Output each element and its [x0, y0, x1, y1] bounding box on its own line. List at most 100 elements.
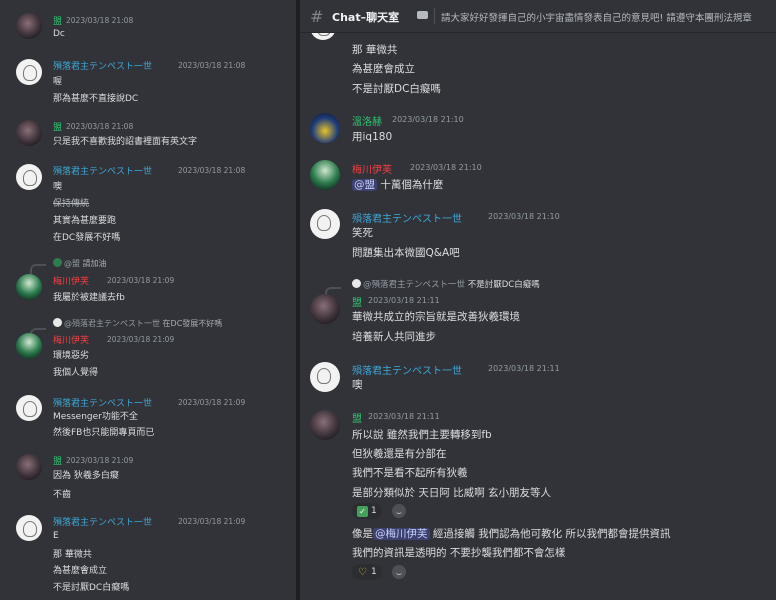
message-text: E	[53, 531, 59, 541]
avatar[interactable]	[16, 120, 42, 146]
timestamp: 2023/03/18 21:08	[66, 122, 134, 131]
reply-preview[interactable]: @盟 請加油	[53, 258, 107, 269]
message-text: 因為 狄羲多白癡	[53, 471, 119, 481]
timestamp: 2023/03/18 21:08	[178, 166, 246, 175]
user-mention[interactable]: @梅川伊芙	[373, 528, 430, 540]
message-text: 我們不是看不起所有狄羲	[352, 467, 468, 479]
reply-mention: @殞落君主テンペスト一世	[363, 280, 466, 290]
message-text: 那 華微共	[352, 44, 398, 56]
author-name[interactable]: 梅川伊芙	[352, 161, 392, 176]
message-text: 我們的資訊是透明的 不要抄襲我們都不會怎樣	[352, 547, 566, 559]
message-text-part: 像是	[352, 528, 373, 540]
chat-badge-icon	[417, 11, 428, 19]
avatar[interactable]	[310, 294, 340, 324]
add-reaction-icon[interactable]	[392, 565, 406, 579]
message-text-part: 經過接觸 我們認為他可教化 所以我們都會提供資訊	[429, 528, 671, 540]
message-text: 在DC發展不好嗎	[53, 233, 121, 243]
avatar[interactable]	[16, 333, 42, 359]
message-text: 那為甚麼不直接說DC	[53, 94, 139, 104]
timestamp: 2023/03/18 21:10	[392, 115, 464, 124]
reaction-count: 1	[371, 567, 377, 577]
message-text: 用iq180	[352, 131, 393, 143]
header-divider	[434, 8, 435, 24]
reply-preview[interactable]: @殞落君主テンペスト一世 在DC發展不好嗎	[53, 318, 222, 329]
author-name[interactable]: 盟	[352, 410, 362, 425]
author-name[interactable]: 殞落君主テンペスト一世	[53, 396, 152, 409]
timestamp: 2023/03/18 21:09	[178, 398, 246, 407]
author-name[interactable]: 梅川伊芙	[53, 333, 89, 346]
message-text: Dc	[53, 29, 65, 39]
left-chat-panel: 盟 2023/03/18 21:08 Dc 殞落君主テンペスト一世 2023/0…	[0, 0, 296, 600]
add-reaction-icon[interactable]	[392, 504, 406, 518]
reply-avatar	[53, 258, 62, 267]
author-name[interactable]: 殞落君主テンペスト一世	[53, 515, 152, 528]
avatar[interactable]	[16, 164, 42, 190]
message-text: @盟 十萬個為什麼	[352, 177, 443, 192]
message-text: 所以說 雖然我們主要轉移到fb	[352, 429, 492, 441]
message-text: 噢	[53, 182, 63, 192]
reply-preview[interactable]: @殞落君主テンペスト一世 不是討厭DC白癡嗎	[352, 278, 540, 290]
author-name[interactable]: 盟	[53, 14, 62, 27]
timestamp: 2023/03/18 21:09	[107, 276, 175, 285]
message-text: 我個人覺得	[53, 368, 99, 378]
reply-text: 請加油	[82, 259, 107, 268]
timestamp: 2023/03/18 21:08	[178, 61, 246, 70]
avatar[interactable]	[16, 395, 42, 421]
reply-avatar	[352, 279, 361, 288]
channel-header: # Chat–聊天室 請大家好好發揮自己的小宇宙盡情發表自己的意見吧! 請遵守本…	[300, 0, 776, 33]
avatar[interactable]	[310, 209, 340, 239]
author-name[interactable]: 殞落君主テンペスト一世	[352, 362, 462, 377]
author-name[interactable]: 盟	[352, 294, 362, 309]
reply-mention: @盟	[64, 259, 80, 268]
timestamp: 2023/03/18 21:09	[178, 517, 246, 526]
author-name[interactable]: 盟	[53, 120, 62, 133]
message-text: 只是我不喜歡我的詔書裡面有英文字	[53, 137, 198, 147]
reaction-ok-hand[interactable]: ♡ 1	[352, 564, 382, 580]
message-text: 我屬於被建議去fb	[53, 293, 125, 303]
author-name[interactable]: 盟	[53, 454, 62, 467]
channel-topic[interactable]: 請大家好好發揮自己的小宇宙盡情發表自己的意見吧! 請遵守本團刑法規章	[441, 10, 752, 24]
channel-name[interactable]: Chat–聊天室	[332, 9, 399, 25]
message-text: 環境惡劣	[53, 351, 90, 361]
reaction-count: 1	[371, 506, 377, 516]
author-name[interactable]: 殞落君主テンペスト一世	[53, 59, 152, 72]
author-name[interactable]: 殞落君主テンペスト一世	[53, 164, 152, 177]
author-name[interactable]: 溫洛赫	[352, 113, 382, 128]
avatar[interactable]	[310, 410, 340, 440]
hashtag-icon: #	[310, 7, 324, 26]
message-text: 像是 @梅川伊芙 經過接觸 我們認為他可教化 所以我們都會提供資訊	[352, 526, 671, 541]
timestamp: 2023/03/18 21:11	[488, 364, 560, 373]
right-chat-panel: 那 華微共 為甚麼會成立 不是討厭DC白癡嗎 # Chat–聊天室 請大家好好發…	[300, 0, 776, 600]
message-text: 其實為甚麼要跑	[53, 216, 117, 226]
avatar[interactable]	[16, 59, 42, 85]
check-emoji-icon: ✓	[357, 505, 368, 517]
avatar[interactable]	[16, 13, 42, 39]
message-text: 問題集出本微國Q&A吧	[352, 247, 460, 259]
message-text: 保持傳統	[53, 199, 90, 209]
avatar[interactable]	[16, 274, 42, 300]
message-text: Messenger功能不全	[53, 412, 138, 422]
reply-avatar	[53, 318, 62, 327]
reaction-check[interactable]: ✓ 1	[352, 503, 382, 519]
avatar[interactable]	[310, 362, 340, 392]
author-name[interactable]: 梅川伊芙	[53, 274, 89, 287]
timestamp: 2023/03/18 21:11	[368, 412, 440, 421]
message-text: 華微共成立的宗旨就是改善狄羲環境	[352, 311, 520, 323]
timestamp: 2023/03/18 21:08	[66, 16, 134, 25]
message-text: 不齒	[53, 490, 72, 500]
avatar[interactable]	[16, 454, 42, 480]
reply-mention: @殞落君主テンペスト一世	[64, 319, 160, 328]
timestamp: 2023/03/18 21:10	[410, 163, 482, 172]
timestamp: 2023/03/18 21:11	[368, 296, 440, 305]
avatar[interactable]	[310, 113, 340, 143]
author-name[interactable]: 殞落君主テンペスト一世	[352, 210, 462, 225]
message-text: 噢	[352, 379, 363, 391]
avatar[interactable]	[16, 515, 42, 541]
message-text: 是部分類似於 天日阿 比威啊 玄小朋友等人	[352, 487, 552, 499]
avatar[interactable]	[310, 160, 340, 190]
message-text: 那 華微共	[53, 550, 92, 560]
message-text: 為甚麼會成立	[352, 63, 415, 75]
user-mention[interactable]: @盟	[352, 179, 377, 191]
timestamp: 2023/03/18 21:10	[488, 212, 560, 221]
reply-text: 在DC發展不好嗎	[162, 319, 223, 328]
